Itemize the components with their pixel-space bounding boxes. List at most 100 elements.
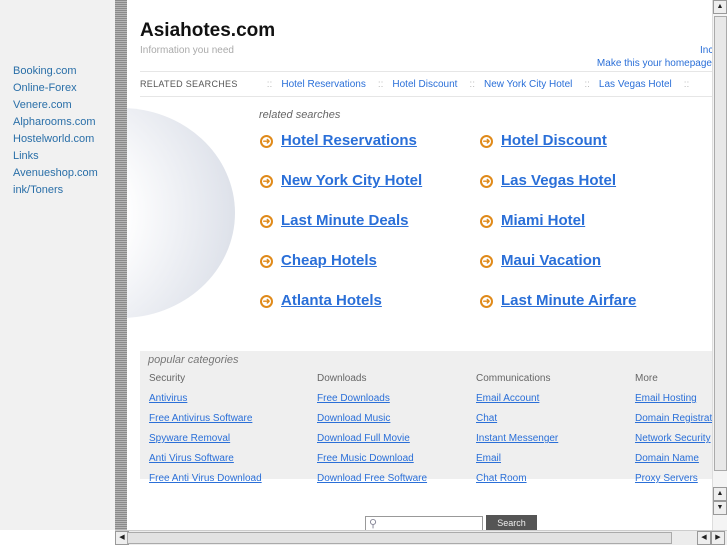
related-link-label: Cheap Hotels bbox=[281, 252, 377, 269]
scroll-up-icon[interactable]: ▲ bbox=[713, 0, 727, 14]
tagline: Information you need bbox=[140, 45, 234, 56]
arrow-icon: ➜ bbox=[480, 135, 493, 148]
related-link-label: Hotel Discount bbox=[501, 132, 607, 149]
vertical-scrollbar[interactable]: ▲ ▲ ▼ bbox=[712, 0, 727, 530]
category-link[interactable]: Network Security bbox=[635, 433, 712, 453]
category-link[interactable]: Domain Registration bbox=[635, 413, 712, 433]
related-link-label: Maui Vacation bbox=[501, 252, 602, 269]
main-page: Asiahotes.com Information you need Inc M… bbox=[127, 0, 712, 530]
divider-stripe bbox=[115, 0, 127, 530]
search-button[interactable]: Search bbox=[486, 515, 537, 530]
sidebar-link[interactable]: Avenueshop.com bbox=[0, 165, 98, 182]
related-link[interactable]: ➜ Maui Vacation bbox=[480, 252, 601, 269]
make-homepage-link[interactable]: Make this your homepage bbox=[597, 58, 712, 69]
sidebar-link[interactable]: Alpharooms.com bbox=[0, 114, 98, 131]
horizontal-scroll-thumb[interactable] bbox=[127, 532, 672, 544]
related-link-label: Miami Hotel bbox=[501, 212, 586, 229]
scroll-right-icon[interactable]: ▶ bbox=[711, 531, 725, 545]
arrow-icon: ➜ bbox=[480, 215, 493, 228]
related-link-label: Hotel Reservations bbox=[281, 132, 417, 149]
scroll-up-icon[interactable]: ▲ bbox=[713, 487, 727, 501]
category-link[interactable]: Free Downloads bbox=[317, 393, 427, 413]
related-link[interactable]: ➜ Hotel Reservations bbox=[260, 132, 417, 149]
category-column: More Email HostingDomain RegistrationNetw… bbox=[635, 373, 712, 493]
sidebar-link[interactable]: Links bbox=[0, 148, 98, 165]
globe-graphic bbox=[127, 108, 235, 318]
category-link[interactable]: Antivirus bbox=[149, 393, 262, 413]
sidebar-link[interactable]: Booking.com bbox=[0, 63, 98, 80]
search-icon: ⚲ bbox=[369, 518, 378, 530]
related-link[interactable]: ➜ Last Minute Deals bbox=[260, 212, 409, 229]
vertical-scroll-thumb[interactable] bbox=[714, 16, 727, 471]
related-searches-bar: RELATED SEARCHES :: Hotel Reservations:: H… bbox=[140, 71, 712, 97]
arrow-icon: ➜ bbox=[260, 135, 273, 148]
category-title: Security bbox=[149, 373, 186, 384]
related-bar-link[interactable]: Hotel Discount bbox=[392, 79, 457, 90]
separator: :: bbox=[266, 79, 273, 90]
category-link[interactable]: Instant Messenger bbox=[476, 433, 558, 453]
related-link[interactable]: ➜ Las Vegas Hotel bbox=[480, 172, 616, 189]
category-link[interactable]: Email Account bbox=[476, 393, 558, 413]
category-link[interactable]: Download Full Movie bbox=[317, 433, 427, 453]
related-link[interactable]: ➜ Last Minute Airfare bbox=[480, 292, 636, 309]
category-title: Communications bbox=[476, 373, 551, 384]
related-bar-link[interactable]: Hotel Reservations bbox=[281, 79, 365, 90]
related-bar-label: RELATED SEARCHES bbox=[140, 79, 238, 89]
category-link[interactable]: Domain Name bbox=[635, 453, 712, 473]
arrow-icon: ➜ bbox=[480, 175, 493, 188]
category-link[interactable]: Spyware Removal bbox=[149, 433, 262, 453]
category-column: Security Antivirus Free Antivirus Software… bbox=[149, 373, 262, 493]
scroll-left-icon[interactable]: ◀ bbox=[697, 531, 711, 545]
arrow-icon: ➜ bbox=[480, 255, 493, 268]
category-link[interactable]: Proxy Servers bbox=[635, 473, 712, 493]
related-link[interactable]: ➜ Atlanta Hotels bbox=[260, 292, 382, 309]
arrow-icon: ➜ bbox=[260, 215, 273, 228]
top-link[interactable]: Inc bbox=[700, 45, 712, 56]
related-bar-link[interactable]: New York City Hotel bbox=[484, 79, 572, 90]
related-link-label: Las Vegas Hotel bbox=[501, 172, 617, 189]
category-column: Communications Email Account Chat Instant M… bbox=[476, 373, 558, 493]
category-link[interactable]: Chat Room bbox=[476, 473, 558, 493]
popular-categories: popular categories Security Antivirus Free… bbox=[140, 351, 712, 484]
sidebar: Booking.com Online-Forex Venere.com Alpharo… bbox=[0, 0, 115, 530]
sidebar-link[interactable]: Hostelworld.com bbox=[0, 131, 98, 148]
related-link[interactable]: ➜ New York City Hotel bbox=[260, 172, 422, 189]
sidebar-link[interactable]: ink/Toners bbox=[0, 182, 98, 199]
category-link[interactable]: Free Antivirus Software bbox=[149, 413, 262, 433]
related-bar-link[interactable]: Las Vegas Hotel bbox=[599, 79, 672, 90]
category-title: Downloads bbox=[317, 373, 367, 384]
related-link-label: Atlanta Hotels bbox=[281, 292, 382, 309]
category-title: More bbox=[635, 373, 658, 384]
sidebar-link[interactable]: Online-Forex bbox=[0, 80, 98, 97]
category-link[interactable]: Chat bbox=[476, 413, 558, 433]
arrow-icon: ➜ bbox=[260, 175, 273, 188]
scroll-down-icon[interactable]: ▼ bbox=[713, 501, 727, 515]
related-link[interactable]: ➜ Cheap Hotels bbox=[260, 252, 377, 269]
search-input[interactable]: ⚲ bbox=[365, 516, 483, 530]
related-heading: related searches bbox=[259, 109, 341, 121]
category-link[interactable]: Download Music bbox=[317, 413, 427, 433]
related-link[interactable]: ➜ Hotel Discount bbox=[480, 132, 607, 149]
site-title: Asiahotes.com bbox=[140, 20, 276, 41]
separator: :: bbox=[584, 79, 590, 90]
category-link[interactable]: Download Free Software bbox=[317, 473, 427, 493]
category-link[interactable]: Email bbox=[476, 453, 558, 473]
popular-heading: popular categories bbox=[148, 354, 239, 366]
category-link[interactable]: Free Anti Virus Download bbox=[149, 473, 262, 493]
related-link-label: Last Minute Deals bbox=[281, 212, 409, 229]
separator: :: bbox=[377, 79, 384, 90]
category-link[interactable]: Email Hosting bbox=[635, 393, 712, 413]
arrow-icon: ➜ bbox=[260, 295, 273, 308]
category-link[interactable]: Free Music Download bbox=[317, 453, 427, 473]
related-link[interactable]: ➜ Miami Hotel bbox=[480, 212, 585, 229]
related-link-label: Last Minute Airfare bbox=[501, 292, 637, 309]
separator: :: bbox=[683, 79, 690, 90]
category-column: Downloads Free Downloads Download Music Dow… bbox=[317, 373, 427, 493]
related-link-label: New York City Hotel bbox=[281, 172, 423, 189]
arrow-icon: ➜ bbox=[260, 255, 273, 268]
arrow-icon: ➜ bbox=[480, 295, 493, 308]
category-link[interactable]: Anti Virus Software bbox=[149, 453, 262, 473]
separator: :: bbox=[469, 79, 475, 90]
horizontal-scrollbar[interactable]: ◀ ◀ ▶ bbox=[115, 530, 727, 545]
sidebar-link[interactable]: Venere.com bbox=[0, 97, 98, 114]
